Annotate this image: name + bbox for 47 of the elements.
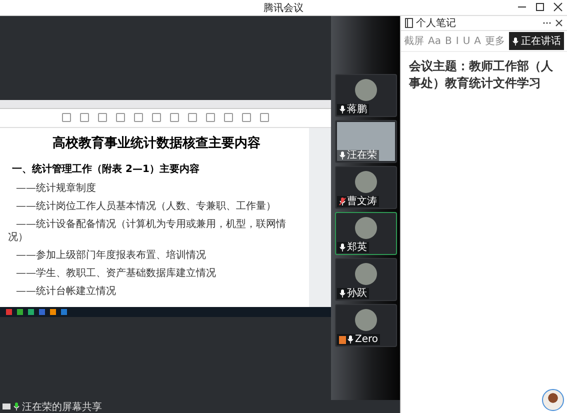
participant-name: 曹文涛 xyxy=(347,196,377,207)
document-line: ——统计台帐建立情况 xyxy=(15,284,117,298)
avatar-circle xyxy=(355,171,378,193)
participant-tile[interactable]: 郑英 xyxy=(335,212,398,255)
notebook-icon xyxy=(405,18,414,28)
maximize-icon[interactable] xyxy=(535,2,545,12)
mic-icon xyxy=(512,36,519,46)
format-button[interactable]: 截屏 xyxy=(404,34,424,48)
participant-tile[interactable]: Zero xyxy=(335,304,398,347)
document-line: ——统计设备配备情况（计算机为专用或兼用，机型，联网情况） xyxy=(8,218,287,244)
participant-name: 蒋鹏 xyxy=(347,104,367,115)
note-text[interactable]: 会议主题：教师工作部（人事处）教育统计文件学习 xyxy=(401,52,567,99)
cup-icon[interactable] xyxy=(542,389,564,411)
participant-name: 汪在荣 xyxy=(347,150,377,161)
participant-name: 郑英 xyxy=(347,242,367,253)
format-button[interactable]: I xyxy=(456,36,459,46)
screen-share-label: 汪在荣的屏幕共享 xyxy=(22,400,102,413)
participant-tile[interactable]: 曹文涛 xyxy=(335,166,398,209)
document-line: ——学生、教职工、资产基础数据库建立情况 xyxy=(15,266,217,280)
format-button[interactable]: A xyxy=(474,36,481,46)
participant-tile[interactable]: 汪在荣 xyxy=(335,120,398,163)
mic-icon xyxy=(13,402,20,411)
participant-name: Zero xyxy=(355,334,378,345)
document-heading: 高校教育事业统计数据核查主要内容 xyxy=(52,134,262,152)
document-line: ——统计规章制度 xyxy=(15,182,97,194)
avatar-circle xyxy=(355,263,378,285)
more-icon[interactable] xyxy=(542,21,552,25)
participant-tile[interactable]: 蒋鹏 xyxy=(335,74,398,117)
section-title: 一、统计管理工作（附表 2—1）主要内容 xyxy=(12,162,200,176)
document-line: ——统计岗位工作人员基本情况（人数、专兼职、工作量） xyxy=(15,200,277,212)
speaking-label: 正在讲话 xyxy=(521,34,561,48)
format-button[interactable]: 更多 xyxy=(485,34,505,48)
window-title: 腾讯会议 xyxy=(264,2,304,14)
format-button[interactable]: B xyxy=(445,36,452,46)
notes-title: 个人笔记 xyxy=(416,17,458,30)
screen-share-icon xyxy=(2,402,11,410)
participant-tile[interactable]: 孙跃 xyxy=(335,258,398,301)
avatar-circle xyxy=(355,79,378,101)
document-line: ——参加上级部门年度报表布置、培训情况 xyxy=(15,248,207,262)
format-button[interactable]: U xyxy=(462,36,470,46)
video-placeholder xyxy=(337,122,396,161)
participant-name: 孙跃 xyxy=(347,288,367,299)
avatar-circle xyxy=(355,217,378,239)
close-icon[interactable] xyxy=(555,19,563,27)
close-icon[interactable] xyxy=(553,2,563,12)
avatar-circle xyxy=(355,309,378,331)
format-button[interactable]: Aa xyxy=(428,36,441,46)
